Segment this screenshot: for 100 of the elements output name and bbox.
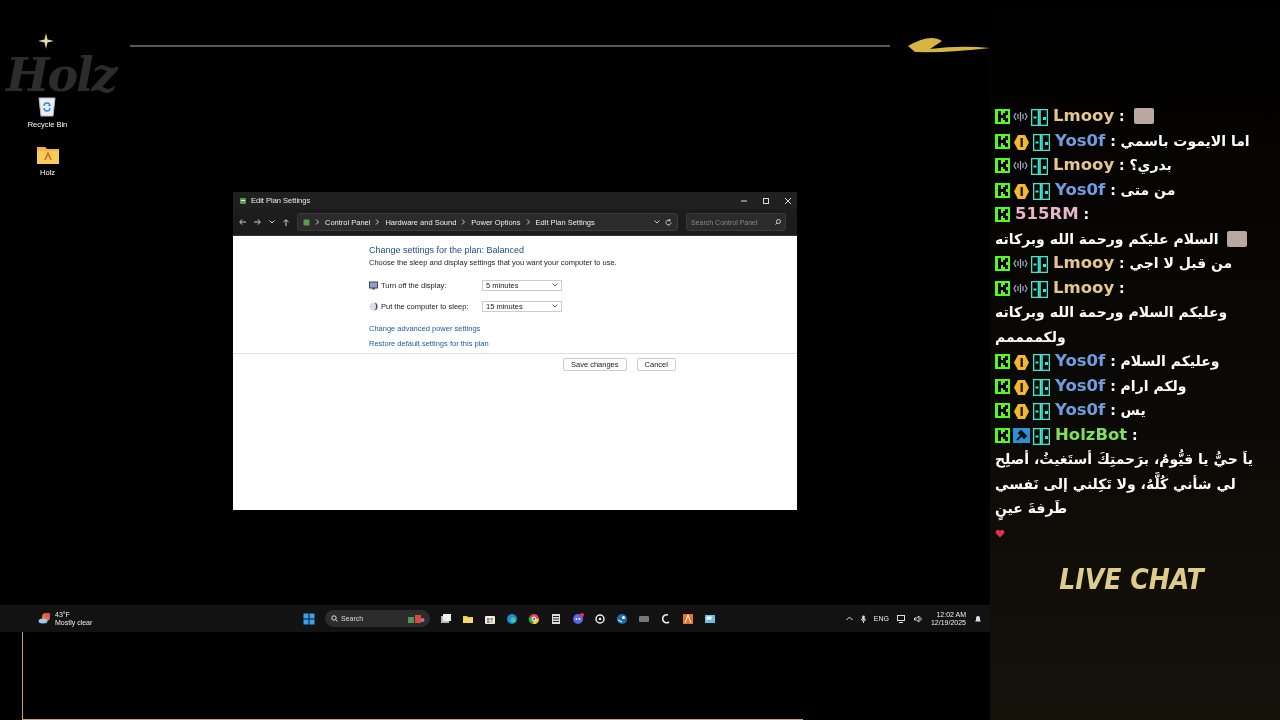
colon: : xyxy=(1110,132,1116,149)
colon: : xyxy=(1119,279,1125,296)
sound-wave-icon xyxy=(1013,158,1028,173)
page-heading: Change settings for the plan: Balanced xyxy=(369,245,526,255)
username[interactable]: Yos0f xyxy=(1055,179,1106,199)
colon: : xyxy=(1110,353,1116,369)
star-icon xyxy=(38,33,54,49)
square-badge-icon xyxy=(995,109,1010,124)
square-badge-icon xyxy=(995,354,1010,369)
gear-icon[interactable] xyxy=(594,612,606,625)
colon: : xyxy=(1119,157,1125,173)
recycle-bin-icon[interactable] xyxy=(38,95,57,117)
start-icon[interactable] xyxy=(303,612,315,625)
square-badge-icon xyxy=(995,133,1010,149)
monitor-icon xyxy=(369,280,378,290)
username[interactable]: Lmooy xyxy=(1053,253,1115,272)
chat-message: ولكم ارام xyxy=(1120,376,1187,397)
chevron-down-icon xyxy=(552,283,558,287)
maximize-icon[interactable] xyxy=(763,197,769,204)
chat-message: بدري؟ xyxy=(1129,156,1172,176)
square-badge-icon xyxy=(995,403,1010,418)
pixel-badge-icon xyxy=(1031,256,1048,273)
colon: : xyxy=(1132,426,1138,443)
square-badge-icon xyxy=(995,378,1010,394)
chat-message: السلام عليكم ورحمة الله وبركاته xyxy=(995,229,1219,250)
username[interactable]: 515RM xyxy=(1015,204,1079,223)
live-chat-label: LIVE CHAT xyxy=(1059,563,1204,596)
chevron-right-icon xyxy=(525,219,531,225)
app-icon xyxy=(303,218,310,226)
chat-message: وعليكم السلام ورحمة الله وبركاته ولكممممم xyxy=(995,303,1229,348)
username[interactable]: Yos0f xyxy=(1055,375,1106,395)
colon: : xyxy=(1110,377,1116,394)
app-icon xyxy=(239,196,247,205)
username[interactable]: Lmooy xyxy=(1053,106,1115,125)
square-badge-icon xyxy=(995,158,1010,173)
chat-message: اما الايموت باسمي xyxy=(1120,131,1250,152)
sound-wave-icon xyxy=(1013,109,1028,124)
chevron-down-icon[interactable] xyxy=(654,220,660,224)
chat-message: من متى xyxy=(1120,180,1176,201)
coin-badge-icon xyxy=(1013,182,1030,200)
gift-icon xyxy=(407,614,425,624)
username[interactable]: Lmooy xyxy=(1053,277,1115,297)
volume-icon[interactable] xyxy=(913,614,923,623)
moon-icon xyxy=(369,301,378,311)
pixel-badge-icon xyxy=(1033,133,1050,151)
coin-badge-icon xyxy=(1013,403,1030,420)
username[interactable]: HolzBot xyxy=(1055,424,1128,444)
colon: : xyxy=(1119,255,1125,271)
square-badge-icon xyxy=(995,207,1010,222)
monitor-app-icon[interactable] xyxy=(704,612,716,625)
chevron-right-icon xyxy=(461,219,467,225)
emote-image xyxy=(1227,230,1248,247)
chat-message: وعليكم السلام xyxy=(1120,352,1220,372)
chevron-right-icon xyxy=(375,219,381,225)
weather-icon[interactable] xyxy=(38,612,52,625)
username[interactable]: Yos0f xyxy=(1055,130,1106,150)
emote-image xyxy=(1133,108,1154,124)
chat-message: ياَ حيُّ يا قيُّومُ، برَحمتِكَ أستَغيثُ، أصلِح لي شأني كُلَّهُ، ولا تَكِلني إلى نَفسي طَرفةَ عينٍ xyxy=(995,447,1268,521)
username[interactable]: Yos0f xyxy=(1055,351,1106,370)
pixel-badge-icon xyxy=(1031,109,1048,126)
minimize-icon[interactable] xyxy=(741,197,747,204)
coin-badge-icon xyxy=(1013,133,1030,151)
folder-icon[interactable] xyxy=(35,145,60,165)
search-icon xyxy=(331,615,338,622)
forward-icon[interactable] xyxy=(254,219,261,225)
search-icon xyxy=(775,219,781,225)
refresh-icon[interactable] xyxy=(665,218,672,226)
colon: : xyxy=(1110,402,1116,418)
square-badge-icon xyxy=(995,182,1010,198)
coin-badge-icon xyxy=(1013,354,1030,371)
square-badge-icon xyxy=(995,256,1010,271)
username[interactable]: Lmooy xyxy=(1053,155,1115,174)
pixel-badge-icon xyxy=(1033,403,1050,420)
pixel-badge-icon xyxy=(1033,354,1050,371)
notification-icon[interactable] xyxy=(974,614,982,623)
coin-badge-icon xyxy=(1013,378,1030,396)
chevron-down-icon[interactable] xyxy=(269,220,275,224)
pixel-badge-icon xyxy=(1033,182,1050,200)
username[interactable]: Yos0f xyxy=(1055,400,1106,419)
browser-icon[interactable] xyxy=(506,612,518,625)
chevron-right-icon xyxy=(315,219,320,225)
pixel-badge-icon xyxy=(1033,427,1050,445)
chat-message: يس xyxy=(1120,401,1146,420)
chevron-up-icon[interactable] xyxy=(845,616,853,621)
back-icon[interactable] xyxy=(239,219,246,225)
network-icon[interactable] xyxy=(896,614,906,623)
close-icon[interactable] xyxy=(785,197,791,204)
up-icon[interactable] xyxy=(283,218,289,226)
pixel-badge-icon xyxy=(1033,378,1050,396)
square-badge-icon xyxy=(995,280,1010,296)
task-view-icon[interactable] xyxy=(440,612,452,625)
triangle-app-icon[interactable] xyxy=(682,612,694,625)
colon: : xyxy=(1119,108,1125,124)
browser-icon[interactable] xyxy=(528,612,540,625)
chat-message: من قبل لا اجي xyxy=(1129,254,1233,274)
square-badge-icon xyxy=(995,427,1010,443)
hammer-icon xyxy=(1013,427,1030,443)
colon: : xyxy=(1083,206,1090,222)
chat-app-icon[interactable] xyxy=(572,612,584,625)
microphone-icon[interactable] xyxy=(860,614,866,623)
